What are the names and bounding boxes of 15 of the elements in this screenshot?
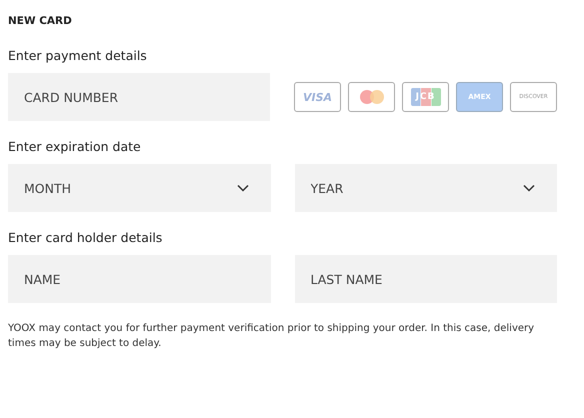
section-label: Enter payment details bbox=[8, 48, 148, 65]
section-heading: NEW CARD bbox=[8, 15, 73, 29]
year-dropdown[interactable]: YEAR bbox=[294, 164, 557, 212]
last-name-field[interactable]: LAST NAME bbox=[294, 255, 557, 303]
disclaimer-text: YOOX may contact you for further payment verification prior to shipping your order. In this case, delivery times may be subject to delay. bbox=[8, 322, 536, 351]
section-label: Enter expiration date bbox=[8, 139, 142, 156]
name-field[interactable]: NAME bbox=[8, 255, 270, 303]
overlapping-circles-icon bbox=[358, 89, 384, 105]
section-label: Enter card holder details bbox=[8, 230, 164, 247]
card-brand-option[interactable]: VISA bbox=[294, 82, 341, 112]
chevron-down-icon bbox=[523, 184, 535, 192]
chevron-down-icon bbox=[236, 184, 248, 192]
month-dropdown[interactable]: MONTH bbox=[8, 164, 270, 212]
card-number-field[interactable]: CARD NUMBER bbox=[8, 73, 270, 121]
card-brand-option[interactable] bbox=[348, 82, 395, 112]
